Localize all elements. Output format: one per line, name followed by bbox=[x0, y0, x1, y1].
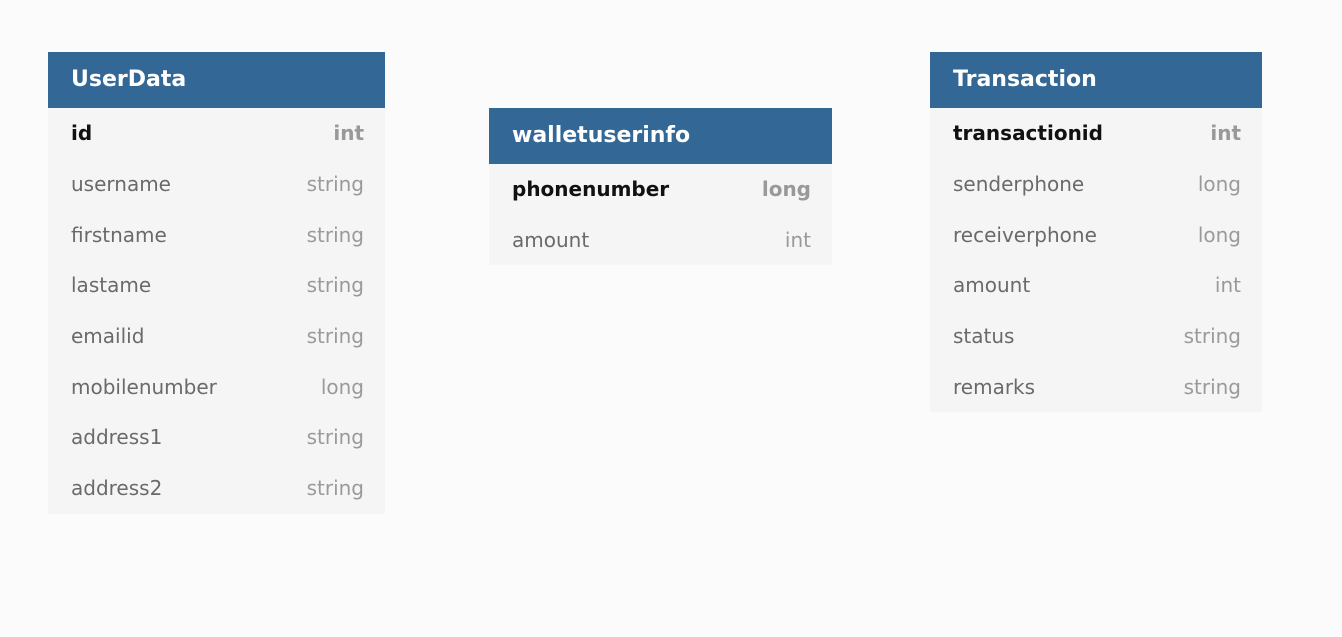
field-row-transactionid[interactable]: transactionid int bbox=[930, 108, 1262, 159]
field-type: long bbox=[320, 374, 364, 399]
field-row-mobilenumber[interactable]: mobilenumber long bbox=[48, 361, 385, 412]
table-userdata[interactable]: UserData id int username string firstnam… bbox=[48, 52, 385, 514]
field-name: amount bbox=[953, 273, 1031, 298]
field-row-address2[interactable]: address2 string bbox=[48, 463, 385, 514]
field-type: string bbox=[306, 324, 364, 349]
field-row-username[interactable]: username string bbox=[48, 159, 385, 210]
field-type: long bbox=[1197, 172, 1241, 197]
field-name: firstname bbox=[71, 222, 167, 247]
field-name: lastame bbox=[71, 273, 152, 298]
field-name: amount bbox=[512, 228, 590, 253]
field-row-status[interactable]: status string bbox=[930, 311, 1262, 362]
field-row-id[interactable]: id int bbox=[48, 108, 385, 159]
field-row-phonenumber[interactable]: phonenumber long bbox=[489, 164, 832, 215]
table-walletuserinfo[interactable]: walletuserinfo phonenumber long amount i… bbox=[489, 108, 832, 266]
field-row-receiverphone[interactable]: receiverphone long bbox=[930, 209, 1262, 260]
field-type: int bbox=[1210, 121, 1241, 146]
field-type: string bbox=[1183, 374, 1241, 399]
field-type: long bbox=[1197, 222, 1241, 247]
field-name: id bbox=[71, 121, 93, 146]
field-type: string bbox=[306, 476, 364, 501]
field-type: string bbox=[306, 425, 364, 450]
field-row-emailid[interactable]: emailid string bbox=[48, 311, 385, 362]
field-type: long bbox=[761, 177, 811, 202]
field-name: senderphone bbox=[953, 172, 1085, 197]
field-name: receiverphone bbox=[953, 222, 1097, 247]
field-row-amount[interactable]: amount int bbox=[930, 260, 1262, 311]
field-type: int bbox=[333, 121, 364, 146]
field-name: remarks bbox=[953, 374, 1036, 399]
field-row-firstname[interactable]: firstname string bbox=[48, 209, 385, 260]
field-name: status bbox=[953, 324, 1015, 349]
field-name: username bbox=[71, 172, 171, 197]
field-row-amount[interactable]: amount int bbox=[489, 215, 832, 266]
field-name: address1 bbox=[71, 425, 163, 450]
table-header[interactable]: Transaction bbox=[930, 52, 1262, 108]
field-name: emailid bbox=[71, 324, 145, 349]
table-transaction[interactable]: Transaction transactionid int senderphon… bbox=[930, 52, 1262, 413]
table-header[interactable]: UserData bbox=[48, 52, 385, 108]
field-type: string bbox=[306, 273, 364, 298]
field-type: int bbox=[1214, 273, 1241, 298]
field-name: transactionid bbox=[953, 121, 1103, 146]
field-name: phonenumber bbox=[512, 177, 670, 202]
diagram-canvas[interactable]: UserData id int username string firstnam… bbox=[0, 0, 1342, 637]
field-type: string bbox=[306, 222, 364, 247]
field-row-senderphone[interactable]: senderphone long bbox=[930, 159, 1262, 210]
field-type: string bbox=[1183, 324, 1241, 349]
field-type: string bbox=[306, 172, 364, 197]
field-name: address2 bbox=[71, 476, 163, 501]
field-type: int bbox=[784, 228, 811, 253]
field-row-lastame[interactable]: lastame string bbox=[48, 260, 385, 311]
field-name: mobilenumber bbox=[71, 374, 217, 399]
table-header[interactable]: walletuserinfo bbox=[489, 108, 832, 164]
field-row-remarks[interactable]: remarks string bbox=[930, 361, 1262, 412]
field-row-address1[interactable]: address1 string bbox=[48, 412, 385, 463]
